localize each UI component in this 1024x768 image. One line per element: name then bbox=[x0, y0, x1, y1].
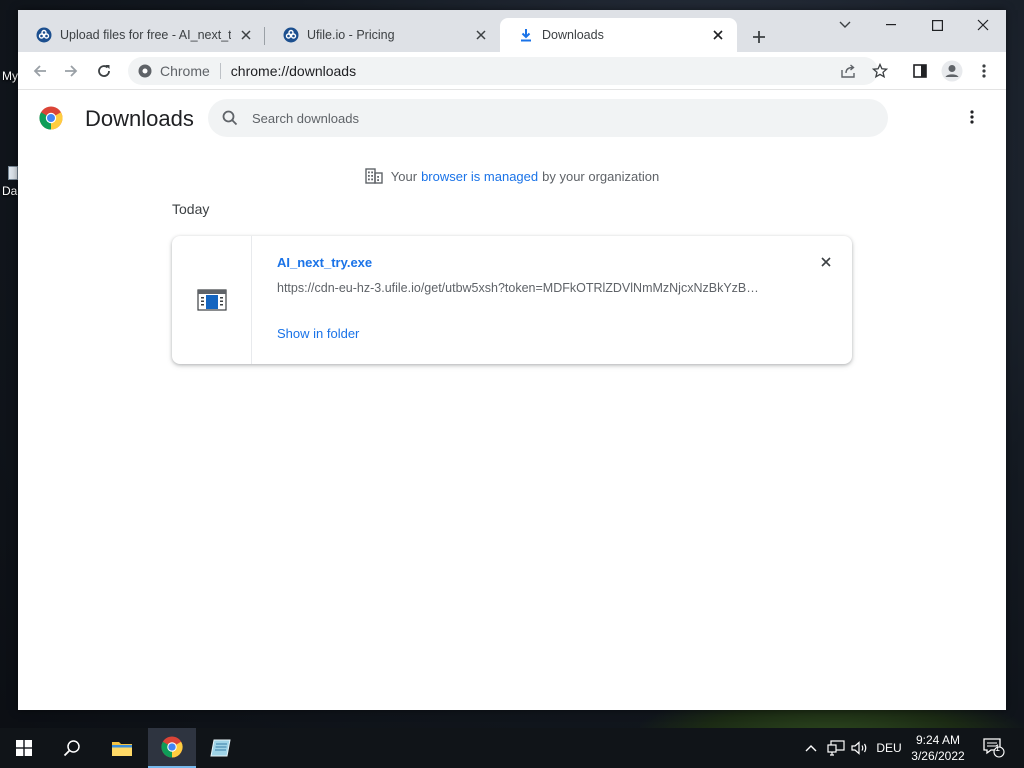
desktop-shortcut-icon[interactable] bbox=[8, 166, 18, 180]
desktop-label-my: My bbox=[2, 69, 18, 83]
reload-button[interactable] bbox=[90, 57, 118, 85]
download-item-card: AI_next_try.exe https://cdn-eu-hz-3.ufil… bbox=[172, 236, 852, 364]
search-taskbar-button[interactable] bbox=[48, 728, 96, 768]
network-tray-button[interactable] bbox=[824, 728, 848, 768]
show-hidden-icons-button[interactable] bbox=[800, 728, 822, 768]
site-info-chip[interactable]: Chrome bbox=[128, 63, 210, 79]
remove-download-button[interactable] bbox=[816, 252, 836, 272]
maximize-icon bbox=[931, 19, 943, 31]
page-title: Downloads bbox=[85, 106, 194, 131]
download-arrow-icon bbox=[518, 27, 534, 43]
download-url[interactable]: https://cdn-eu-hz-3.ufile.io/get/utbw5xs… bbox=[277, 281, 777, 295]
search-icon bbox=[222, 110, 238, 126]
tab-close-icon[interactable] bbox=[237, 26, 255, 44]
avatar-icon bbox=[941, 60, 963, 82]
show-in-folder-link[interactable]: Show in folder bbox=[277, 326, 359, 341]
chrome-taskbar-button[interactable] bbox=[148, 728, 196, 768]
forward-button[interactable] bbox=[57, 57, 85, 85]
file-icon-area bbox=[172, 236, 252, 364]
managed-notice: Your browser is managed by your organiza… bbox=[18, 168, 1006, 184]
managed-prefix: Your bbox=[390, 168, 418, 184]
chevron-down-icon bbox=[839, 21, 851, 28]
notification-count: 1 bbox=[995, 743, 1001, 753]
volume-tray-button[interactable] bbox=[848, 728, 872, 768]
tab-close-icon[interactable] bbox=[472, 26, 490, 44]
ufile-logo-icon bbox=[283, 27, 299, 43]
close-icon bbox=[821, 257, 831, 267]
search-box[interactable] bbox=[208, 99, 888, 137]
notepad-app-icon bbox=[210, 739, 231, 757]
chrome-icon bbox=[161, 736, 183, 758]
chrome-window: Upload files for free - AI_next_try Ufil… bbox=[18, 10, 1006, 710]
download-filename[interactable]: AI_next_try.exe bbox=[277, 255, 372, 270]
downloads-page: Downloads Your browser is managed by you… bbox=[18, 90, 1006, 710]
chevron-up-icon bbox=[805, 745, 817, 752]
bookmark-button[interactable] bbox=[866, 57, 894, 85]
network-icon bbox=[827, 740, 845, 756]
start-button[interactable] bbox=[0, 728, 48, 768]
star-icon bbox=[872, 63, 888, 79]
chrome-menu-button[interactable] bbox=[970, 57, 998, 85]
omnibox-separator bbox=[219, 63, 221, 79]
tab-search-button[interactable] bbox=[822, 10, 868, 40]
minimize-icon bbox=[886, 24, 896, 26]
tab-strip: Upload files for free - AI_next_try Ufil… bbox=[18, 10, 1006, 52]
tab-upload-files[interactable]: Upload files for free - AI_next_try bbox=[18, 18, 265, 52]
minimize-button[interactable] bbox=[868, 10, 914, 40]
clock-time: 9:24 AM bbox=[915, 733, 961, 747]
window-close-button[interactable] bbox=[960, 10, 1006, 40]
profile-button[interactable] bbox=[938, 57, 966, 85]
kebab-menu-icon bbox=[982, 64, 986, 78]
managed-suffix: by your organization bbox=[542, 168, 660, 184]
building-icon bbox=[365, 168, 383, 184]
app-taskbar-button[interactable] bbox=[197, 728, 245, 768]
chrome-logo-icon bbox=[39, 106, 63, 135]
downloads-menu-button[interactable] bbox=[960, 105, 984, 129]
side-panel-icon bbox=[913, 64, 927, 78]
kebab-menu-icon bbox=[970, 110, 974, 124]
windows-taskbar: DEU 9:24 AM 3/26/2022 1 bbox=[0, 728, 1024, 768]
folder-icon bbox=[112, 742, 132, 756]
tab-title: Ufile.io - Pricing bbox=[307, 28, 395, 42]
arrow-right-icon bbox=[65, 65, 78, 77]
maximize-button[interactable] bbox=[914, 10, 960, 40]
speaker-icon bbox=[851, 741, 867, 755]
chrome-site-icon bbox=[138, 64, 152, 78]
share-button[interactable] bbox=[834, 57, 862, 85]
tab-close-icon[interactable] bbox=[709, 26, 727, 44]
new-tab-button[interactable] bbox=[747, 25, 771, 49]
search-icon bbox=[63, 740, 80, 757]
notification-center-button[interactable]: 1 bbox=[980, 728, 1008, 768]
back-button[interactable] bbox=[26, 57, 54, 85]
url-text[interactable]: chrome://downloads bbox=[231, 63, 356, 79]
tab-ufile-pricing[interactable]: Ufile.io - Pricing bbox=[265, 18, 500, 52]
address-bar[interactable]: Chrome chrome://downloads bbox=[128, 57, 878, 85]
clock[interactable]: 9:24 AM 3/26/2022 bbox=[900, 732, 976, 764]
site-chip-label: Chrome bbox=[160, 63, 210, 79]
search-input[interactable] bbox=[252, 110, 812, 126]
windows-logo-icon bbox=[16, 740, 32, 756]
exe-file-icon bbox=[196, 289, 227, 311]
tab-title: Upload files for free - AI_next_try bbox=[60, 28, 231, 42]
plus-icon bbox=[753, 31, 765, 43]
desktop-label-da: Da bbox=[2, 184, 18, 198]
managed-link[interactable]: browser is managed bbox=[421, 169, 538, 184]
clock-date: 3/26/2022 bbox=[911, 749, 965, 763]
ufile-logo-icon bbox=[36, 27, 52, 43]
tab-title: Downloads bbox=[542, 28, 604, 42]
share-icon bbox=[841, 64, 855, 78]
date-header: Today bbox=[172, 201, 210, 217]
side-panel-button[interactable] bbox=[906, 57, 934, 85]
tab-downloads[interactable]: Downloads bbox=[500, 18, 737, 52]
arrow-left-icon bbox=[33, 65, 46, 77]
browser-toolbar: Chrome chrome://downloads bbox=[18, 52, 1006, 90]
file-explorer-button[interactable] bbox=[98, 728, 146, 768]
close-icon bbox=[977, 19, 989, 31]
notification-icon bbox=[983, 738, 1005, 758]
reload-icon bbox=[98, 65, 110, 77]
